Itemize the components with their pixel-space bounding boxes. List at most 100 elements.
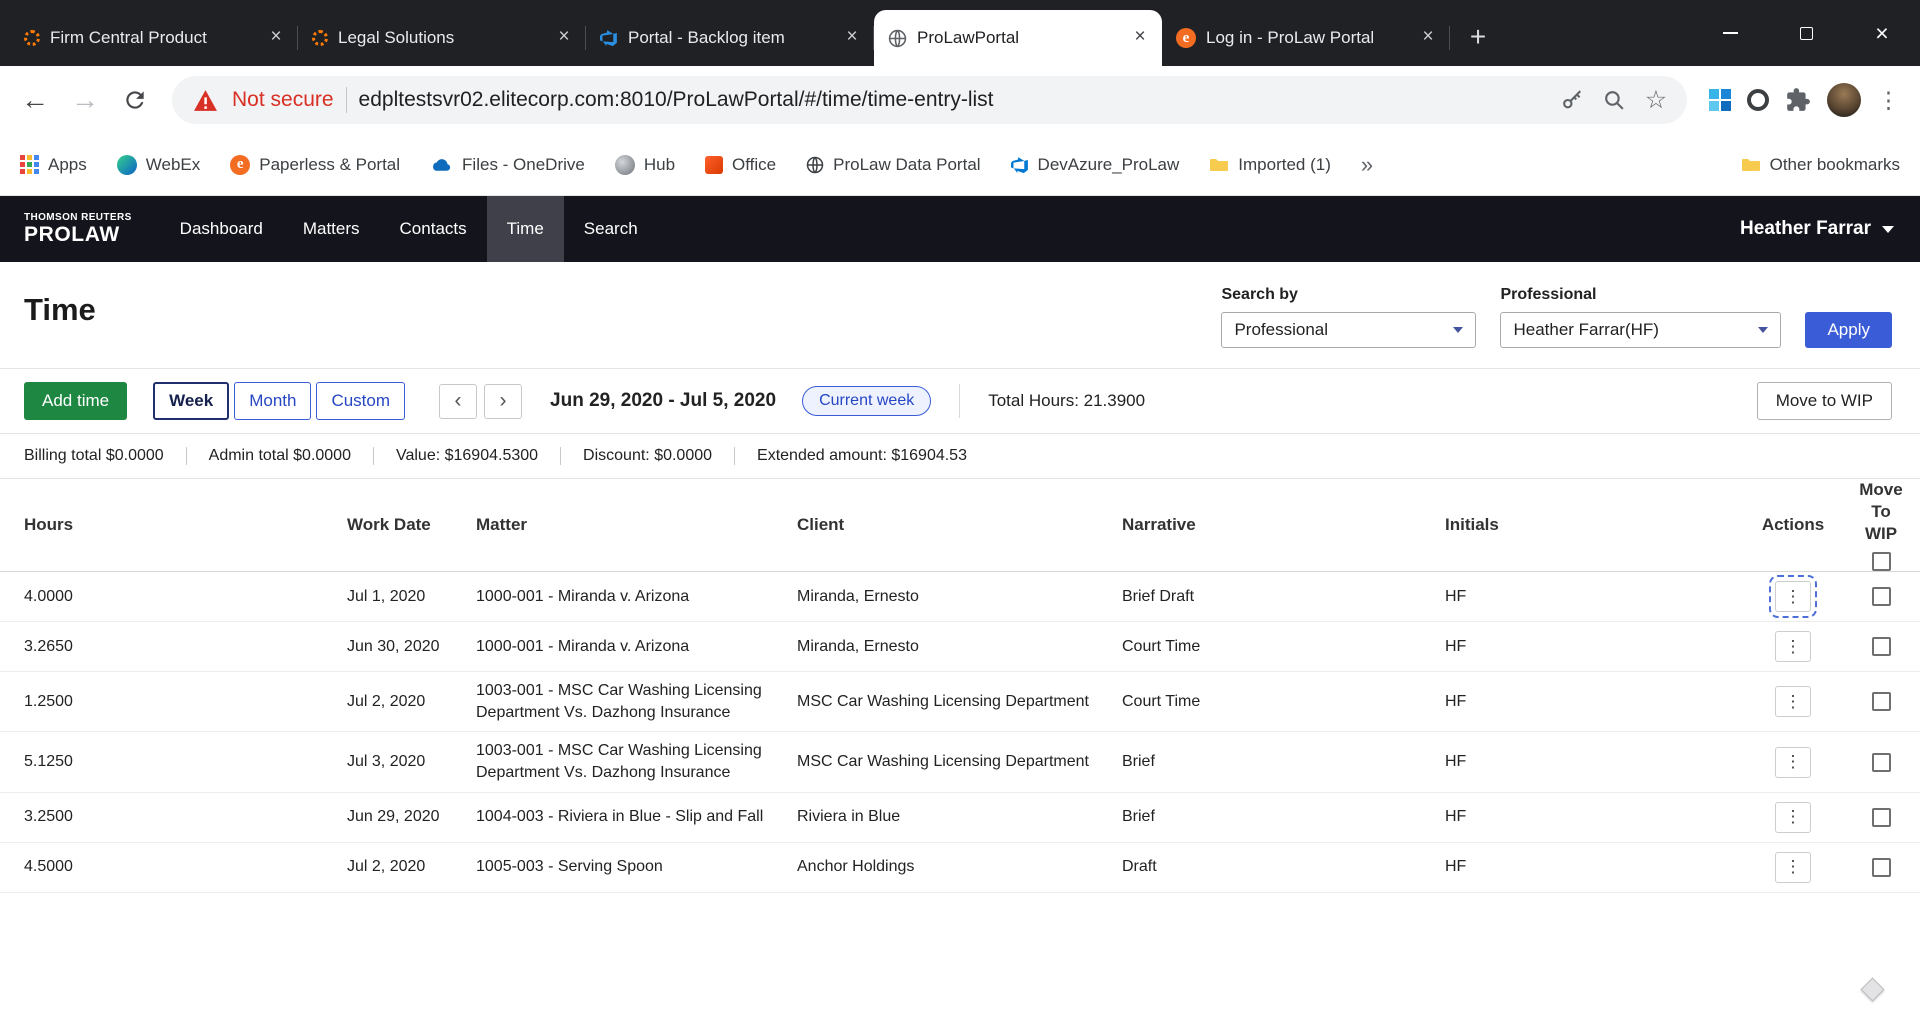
table-row[interactable]: 3.2500 Jun 29, 2020 1004-003 - Riviera i… bbox=[0, 793, 1920, 843]
tab-close-icon[interactable]: × bbox=[552, 26, 576, 50]
nav-item-time[interactable]: Time bbox=[487, 196, 564, 262]
kebab-icon: ⋮ bbox=[1785, 637, 1802, 657]
omnibox-divider bbox=[346, 87, 347, 113]
header-initials: Initials bbox=[1445, 515, 1735, 535]
onedrive-cloud-icon bbox=[430, 157, 453, 173]
previous-week-button[interactable]: ‹ bbox=[439, 384, 477, 419]
browser-tab-portal-backlog[interactable]: Portal - Backlog item × bbox=[586, 10, 874, 66]
tab-title: Log in - ProLaw Portal bbox=[1206, 28, 1406, 48]
apply-button[interactable]: Apply bbox=[1805, 312, 1892, 348]
table-row[interactable]: 4.5000 Jul 2, 2020 1005-003 - Serving Sp… bbox=[0, 843, 1920, 893]
cell-initials: HF bbox=[1445, 628, 1735, 666]
window-minimize-button[interactable] bbox=[1692, 0, 1768, 66]
view-week-button[interactable]: Week bbox=[153, 382, 229, 420]
bookmark-webex[interactable]: WebEx bbox=[117, 155, 201, 175]
bookmark-devazure-prolaw[interactable]: DevAzure_ProLaw bbox=[1011, 155, 1180, 175]
zoom-magnifier-icon[interactable] bbox=[1599, 85, 1629, 115]
nav-item-dashboard[interactable]: Dashboard bbox=[160, 196, 283, 262]
row-actions-button[interactable]: ⋮ bbox=[1775, 581, 1811, 612]
tab-close-icon[interactable]: × bbox=[264, 26, 288, 50]
browser-tab-firm-central[interactable]: Firm Central Product × bbox=[10, 10, 298, 66]
url-text[interactable]: edpltestsvr02.elitecorp.com:8010/ProLawP… bbox=[359, 88, 1545, 112]
window-maximize-button[interactable] bbox=[1768, 0, 1844, 66]
professional-select[interactable]: Heather Farrar(HF) bbox=[1500, 312, 1781, 348]
back-button[interactable]: ← bbox=[12, 77, 58, 123]
row-move-to-wip-checkbox[interactable] bbox=[1872, 858, 1891, 877]
address-bar[interactable]: Not secure edpltestsvr02.elitecorp.com:8… bbox=[172, 76, 1687, 124]
select-all-checkbox[interactable] bbox=[1872, 552, 1891, 571]
other-bookmarks-button[interactable]: Other bookmarks bbox=[1741, 155, 1900, 175]
new-tab-button[interactable]: + bbox=[1460, 20, 1496, 56]
row-move-to-wip-checkbox[interactable] bbox=[1872, 808, 1891, 827]
profile-avatar[interactable] bbox=[1827, 83, 1861, 117]
nav-item-matters[interactable]: Matters bbox=[283, 196, 380, 262]
row-move-to-wip-checkbox[interactable] bbox=[1872, 637, 1891, 656]
browser-tab-prolawportal[interactable]: ProLawPortal × bbox=[874, 10, 1162, 66]
bookmarks-overflow-icon[interactable]: » bbox=[1361, 152, 1373, 178]
bookmark-hub[interactable]: Hub bbox=[615, 155, 675, 175]
page-title: Time bbox=[24, 292, 96, 328]
cell-client: Miranda, Ernesto bbox=[797, 578, 1122, 616]
table-row[interactable]: 1.2500 Jul 2, 2020 1003-001 - MSC Car Wa… bbox=[0, 672, 1920, 732]
nav-item-search[interactable]: Search bbox=[564, 196, 658, 262]
table-row[interactable]: 3.2650 Jun 30, 2020 1000-001 - Miranda v… bbox=[0, 622, 1920, 672]
row-move-to-wip-checkbox[interactable] bbox=[1872, 587, 1891, 606]
cell-move-to-wip bbox=[1851, 684, 1911, 719]
header-matter: Matter bbox=[476, 515, 797, 535]
bookmark-paperless-portal[interactable]: e Paperless & Portal bbox=[230, 155, 400, 175]
reload-button[interactable] bbox=[112, 77, 158, 123]
move-to-wip-button[interactable]: Move to WIP bbox=[1757, 382, 1892, 420]
security-status-label[interactable]: Not secure bbox=[232, 88, 334, 112]
search-by-select[interactable]: Professional bbox=[1221, 312, 1476, 348]
bookmark-onedrive[interactable]: Files - OneDrive bbox=[430, 155, 585, 175]
nav-item-contacts[interactable]: Contacts bbox=[380, 196, 487, 262]
cell-work-date: Jul 3, 2020 bbox=[347, 743, 476, 781]
row-move-to-wip-checkbox[interactable] bbox=[1872, 753, 1891, 772]
next-week-button[interactable]: › bbox=[484, 384, 522, 419]
tab-close-icon[interactable]: × bbox=[1416, 26, 1440, 50]
cell-hours: 4.0000 bbox=[24, 578, 347, 616]
browser-tab-legal-solutions[interactable]: Legal Solutions × bbox=[298, 10, 586, 66]
squares-extension-icon[interactable] bbox=[1709, 89, 1731, 111]
bookmark-office[interactable]: Office bbox=[705, 155, 776, 175]
window-close-button[interactable]: × bbox=[1844, 0, 1920, 66]
table-row[interactable]: 5.1250 Jul 3, 2020 1003-001 - MSC Car Wa… bbox=[0, 732, 1920, 792]
row-actions-button[interactable]: ⋮ bbox=[1775, 686, 1811, 717]
summary-admin-total: Admin total $0.0000 bbox=[186, 447, 373, 465]
view-custom-button[interactable]: Custom bbox=[316, 382, 405, 420]
cell-initials: HF bbox=[1445, 578, 1735, 616]
browser-menu-icon[interactable]: ⋮ bbox=[1877, 87, 1900, 114]
row-actions-button[interactable]: ⋮ bbox=[1775, 802, 1811, 833]
browser-toolbar: ← → Not secure edpltestsvr02.elitecorp.c… bbox=[0, 66, 1920, 134]
row-actions-button[interactable]: ⋮ bbox=[1775, 631, 1811, 662]
row-actions-button[interactable]: ⋮ bbox=[1775, 747, 1811, 778]
chevron-down-icon bbox=[1882, 226, 1894, 233]
forward-button[interactable]: → bbox=[62, 77, 108, 123]
password-key-icon[interactable] bbox=[1557, 85, 1587, 115]
bookmark-apps[interactable]: Apps bbox=[20, 155, 87, 175]
add-time-button[interactable]: Add time bbox=[24, 382, 127, 420]
bookmark-label: WebEx bbox=[146, 155, 201, 175]
circle-extension-icon[interactable] bbox=[1747, 89, 1769, 111]
summary-extended-amount: Extended amount: $16904.53 bbox=[734, 447, 989, 465]
header-move-to-wip: Move To WIP bbox=[1851, 479, 1911, 571]
cell-actions: ⋮ bbox=[1735, 739, 1851, 786]
search-by-label: Search by bbox=[1221, 286, 1476, 304]
row-move-to-wip-checkbox[interactable] bbox=[1872, 692, 1891, 711]
table-row[interactable]: 4.0000 Jul 1, 2020 1000-001 - Miranda v.… bbox=[0, 572, 1920, 622]
reload-icon bbox=[122, 87, 148, 113]
row-actions-button[interactable]: ⋮ bbox=[1775, 852, 1811, 883]
tab-close-icon[interactable]: × bbox=[840, 26, 864, 50]
browser-tab-login-prolaw[interactable]: e Log in - ProLaw Portal × bbox=[1162, 10, 1450, 66]
user-menu[interactable]: Heather Farrar bbox=[1714, 196, 1920, 262]
extensions-puzzle-icon[interactable] bbox=[1785, 87, 1811, 113]
kebab-icon: ⋮ bbox=[1785, 807, 1802, 827]
cell-actions: ⋮ bbox=[1735, 794, 1851, 841]
tab-close-icon[interactable]: × bbox=[1128, 26, 1152, 50]
current-week-button[interactable]: Current week bbox=[802, 386, 931, 416]
view-month-button[interactable]: Month bbox=[234, 382, 311, 420]
bookmark-imported[interactable]: Imported (1) bbox=[1209, 155, 1331, 175]
bookmark-label: Imported (1) bbox=[1238, 155, 1331, 175]
bookmark-star-icon[interactable]: ☆ bbox=[1641, 85, 1671, 115]
bookmark-prolaw-data-portal[interactable]: ProLaw Data Portal bbox=[806, 155, 980, 175]
